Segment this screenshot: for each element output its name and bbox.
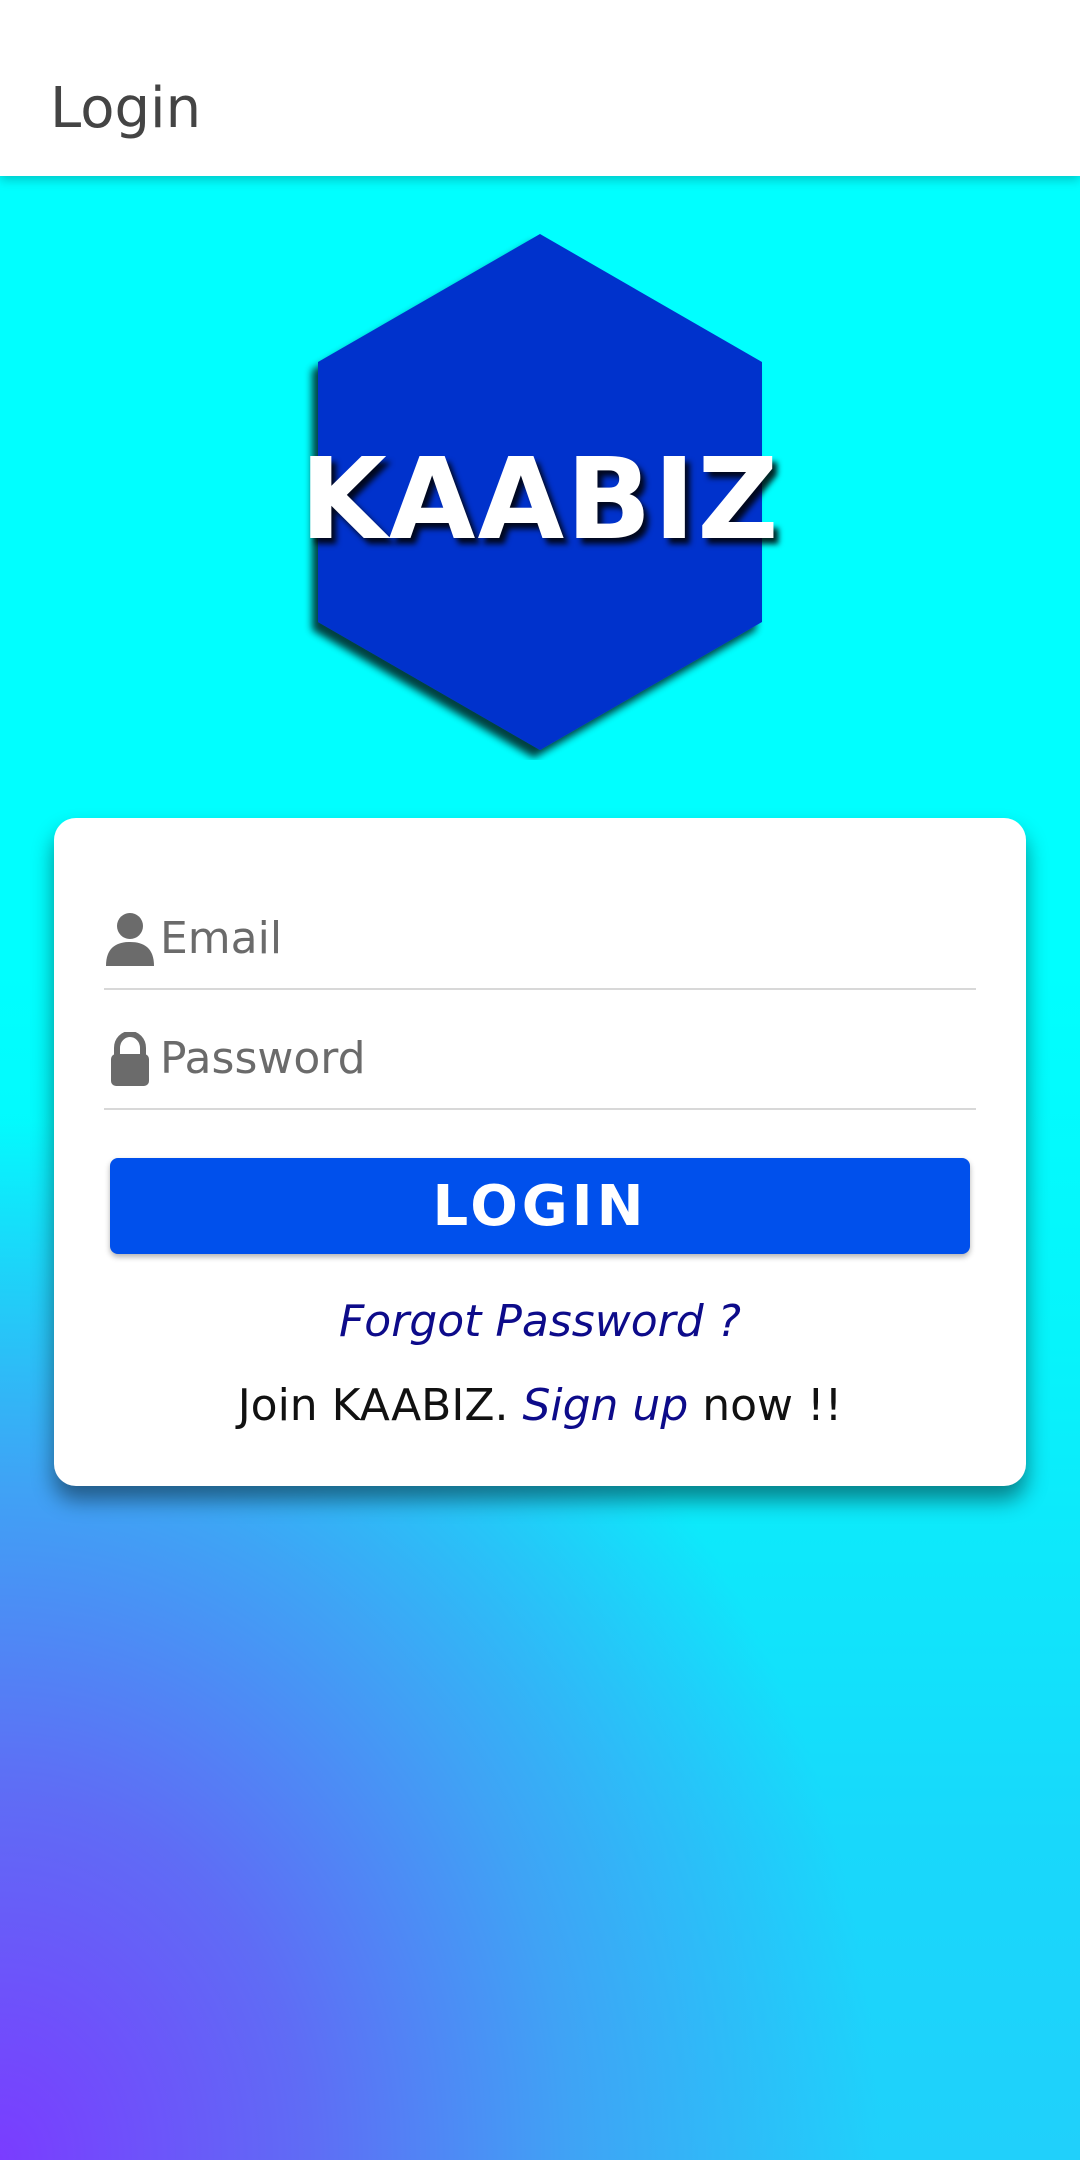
login-button[interactable]: LOGIN	[110, 1158, 970, 1254]
email-field-row	[104, 868, 976, 990]
email-input[interactable]	[160, 898, 960, 978]
signup-link[interactable]: Sign up	[522, 1380, 688, 1431]
kaabiz-logo: KAABIZ	[300, 230, 780, 760]
signup-prompt: Join KAABIZ. Sign up now !!	[54, 1378, 1026, 1434]
password-field-row	[104, 988, 976, 1110]
logo-text: KAABIZ	[300, 435, 781, 565]
forgot-password-link[interactable]: Forgot Password ?	[54, 1294, 1026, 1350]
signup-prefix: Join KAABIZ.	[237, 1380, 523, 1431]
lock-icon	[104, 1030, 156, 1088]
signup-suffix: now !!	[688, 1380, 843, 1431]
password-input[interactable]	[160, 1018, 960, 1098]
person-icon	[104, 912, 156, 968]
page-title: Login	[50, 76, 202, 141]
app-bar: Login	[0, 0, 1080, 176]
